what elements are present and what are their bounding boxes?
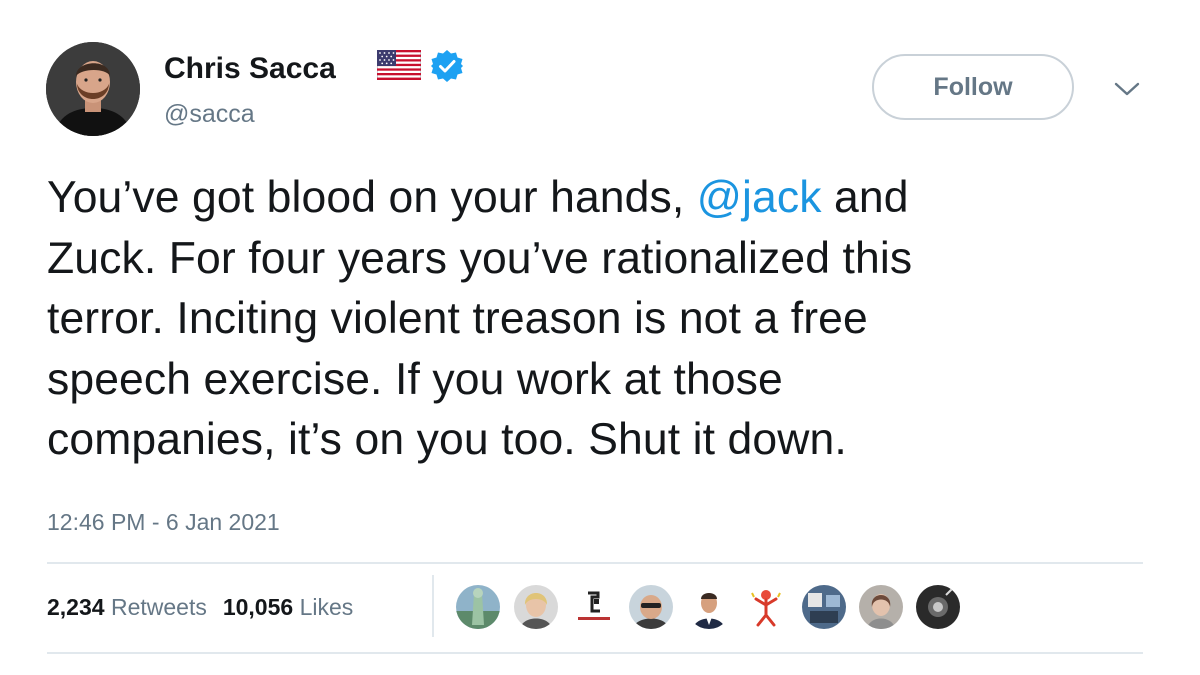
tweet-text-line: Zuck. For four years you’ve rationalized… (47, 233, 913, 283)
liker-avatar-5[interactable] (687, 585, 731, 629)
retweets-label: Retweets (110, 594, 207, 620)
liker-avatar-4[interactable] (629, 585, 673, 629)
likes-stat[interactable]: 10,056 Likes (223, 594, 353, 621)
likes-count: 10,056 (222, 594, 294, 620)
avatar[interactable] (46, 42, 140, 136)
retweets-count: 2,234 (47, 594, 105, 620)
tweet-card: Chris Sacca @sacca Follow You’ve got blo… (0, 0, 1200, 675)
stats-divider (432, 575, 434, 637)
liker-avatar-7[interactable] (802, 585, 846, 629)
tweet-text-line: terror. Inciting violent treason is not … (47, 294, 868, 343)
verified-badge-icon (431, 50, 463, 82)
tweet-text-line: speech exercise. If you work at those (47, 354, 783, 404)
tweet-text-segment: You’ve got blood on your hands, (47, 173, 697, 222)
tweet-text: You’ve got blood on your hands, @jack an… (47, 168, 1167, 471)
tweet-text-segment: and (821, 173, 909, 222)
tweet-stats: 2,234 Retweets 10,056 Likes (47, 594, 353, 621)
timestamp[interactable]: 12:46 PM - 6 Jan 2021 (47, 509, 280, 536)
retweets-stat[interactable]: 2,234 Retweets (47, 594, 207, 621)
display-name[interactable]: Chris Sacca (164, 52, 336, 86)
chevron-down-icon[interactable] (1113, 80, 1141, 98)
liker-avatar-1[interactable] (456, 585, 500, 629)
tweet-text-line: You’ve got blood on your hands, @jack an… (47, 168, 1167, 229)
liker-avatar-2[interactable] (514, 585, 558, 629)
divider (47, 652, 1143, 654)
liker-avatar-8[interactable] (859, 585, 903, 629)
follow-button[interactable]: Follow (872, 54, 1074, 120)
liker-avatar-6[interactable] (744, 585, 788, 629)
divider (47, 562, 1143, 564)
likes-label: Likes (299, 594, 354, 620)
tweet-text-line: companies, it’s on you too. Shut it down… (47, 415, 847, 464)
liker-avatar-9[interactable] (916, 585, 960, 629)
mention-link[interactable]: @jack (697, 173, 822, 222)
us-flag-icon (377, 50, 421, 80)
liker-avatar-3[interactable] (572, 585, 616, 629)
user-handle[interactable]: @sacca (164, 100, 255, 129)
